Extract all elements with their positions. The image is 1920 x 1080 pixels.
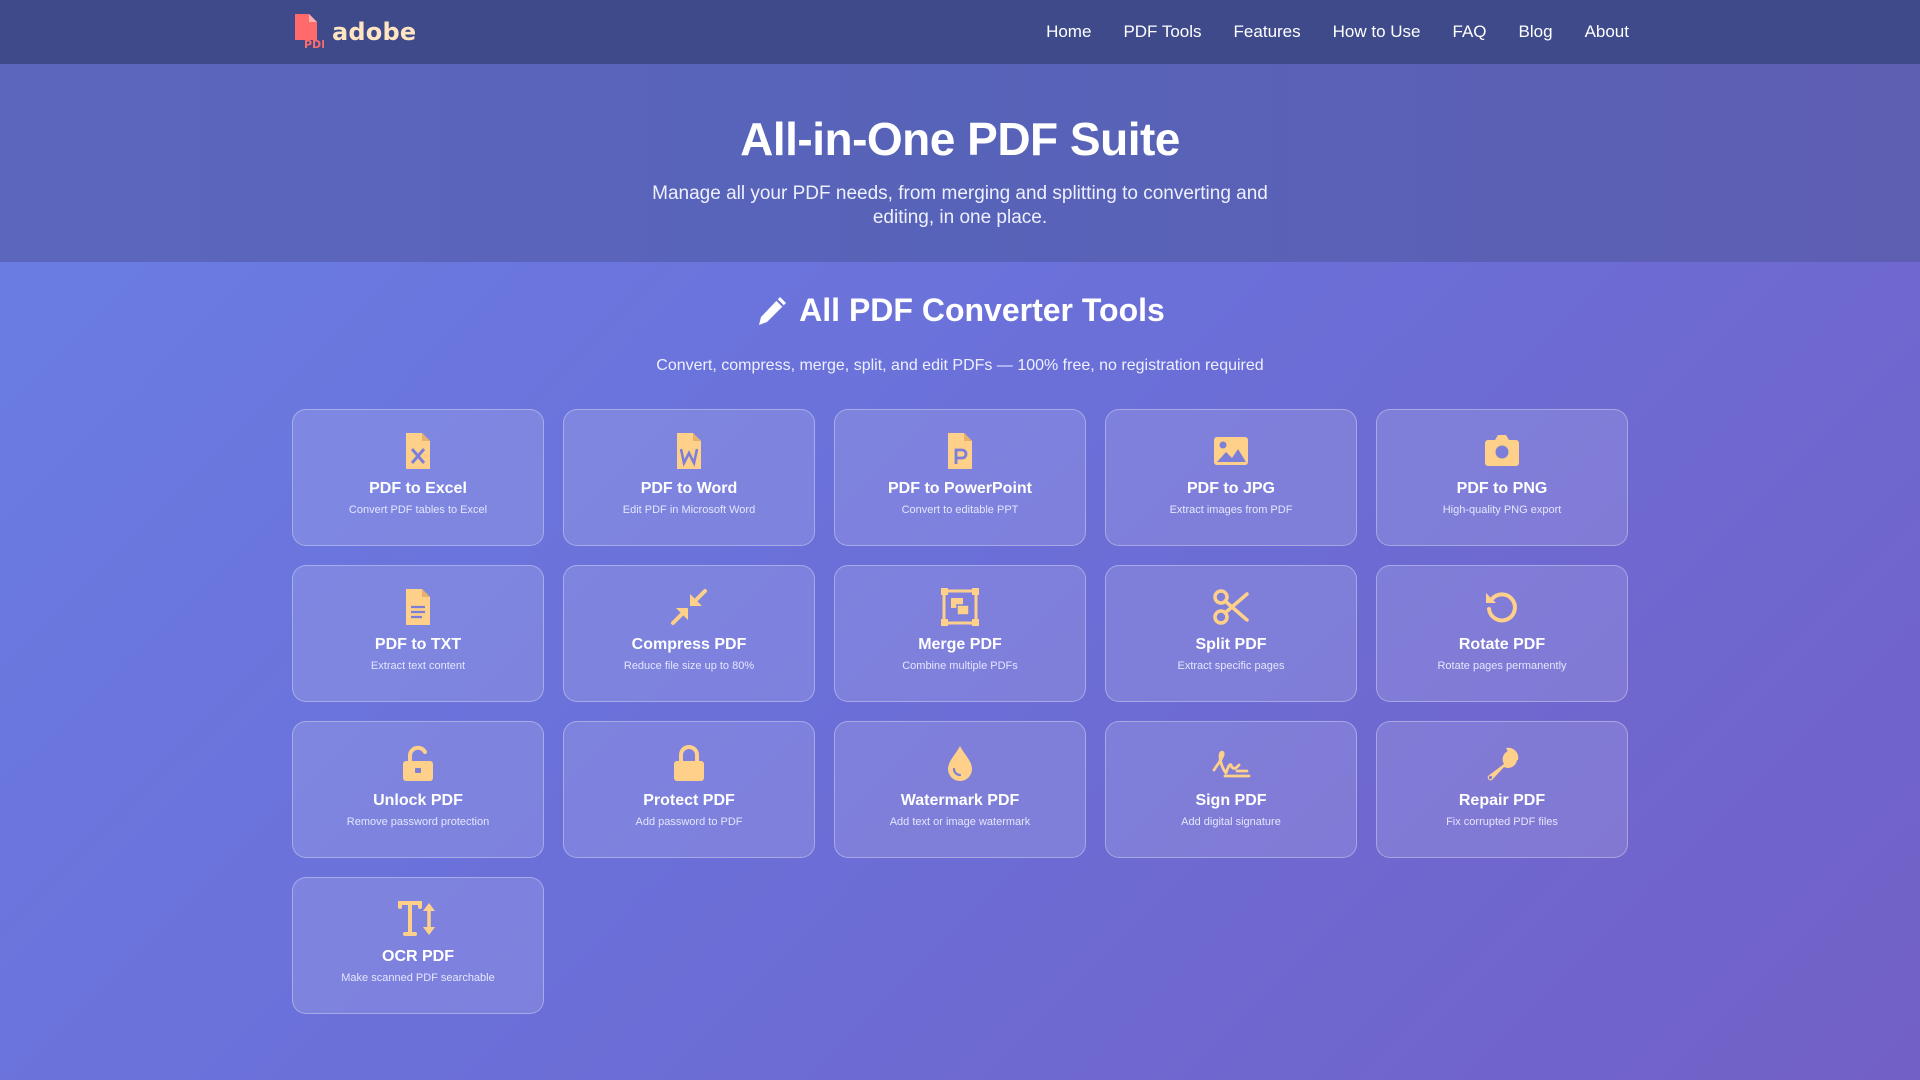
tool-card-compress-pdf[interactable]: Compress PDF Reduce file size up to 80% [563, 565, 815, 702]
tool-desc: Remove password protection [346, 816, 490, 828]
nav-link-features[interactable]: Features [1234, 22, 1301, 42]
rotate-icon [1486, 592, 1517, 623]
tool-title: PDF to PNG [1456, 480, 1548, 497]
hero-title: All-in-One PDF Suite [740, 113, 1180, 165]
nav-link-home[interactable]: Home [1046, 22, 1091, 42]
tool-desc: Combine multiple PDFs [902, 660, 1018, 672]
tool-card-repair-pdf[interactable]: Repair PDF Fix corrupted PDF files [1376, 721, 1628, 858]
tools-grid: PDF to Excel Convert PDF tables to Excel… [292, 409, 1628, 1014]
tool-desc: Extract text content [370, 660, 466, 672]
tool-card-merge-pdf[interactable]: Merge PDF Combine multiple PDFs [834, 565, 1086, 702]
nav-link-pdf-tools[interactable]: PDF Tools [1123, 22, 1201, 42]
tool-desc: Extract specific pages [1177, 660, 1285, 672]
wrench-icon [1487, 747, 1519, 781]
navbar: PDF adobe Home PDF Tools Features How to… [0, 0, 1920, 64]
tool-desc: Add digital signature [1181, 816, 1281, 828]
tool-title: Merge PDF [918, 636, 1002, 653]
tool-card-rotate-pdf[interactable]: Rotate PDF Rotate pages permanently [1376, 565, 1628, 702]
file-powerpoint-icon [948, 433, 972, 469]
tool-desc: Fix corrupted PDF files [1446, 816, 1558, 828]
tool-title: Rotate PDF [1458, 636, 1546, 653]
tool-card-sign-pdf[interactable]: Sign PDF Add digital signature [1105, 721, 1357, 858]
file-word-icon [677, 433, 701, 469]
tool-card-split-pdf[interactable]: Split PDF Extract specific pages [1105, 565, 1357, 702]
tool-desc: Make scanned PDF searchable [341, 972, 495, 984]
tool-title: PDF to PowerPoint [888, 480, 1032, 497]
tool-desc: Extract images from PDF [1169, 504, 1293, 516]
tool-title: PDF to JPG [1186, 480, 1275, 497]
droplet-icon [948, 746, 972, 781]
pdf-file-icon: PDF [295, 14, 324, 50]
tool-title: PDF to Excel [369, 480, 467, 497]
section-subtitle: Convert, compress, merge, split, and edi… [656, 357, 1264, 374]
tool-desc: Convert PDF tables to Excel [348, 504, 488, 516]
brand-name: adobe [332, 18, 417, 46]
hero-subtitle: Manage all your PDF needs, from merging … [652, 183, 1268, 228]
compress-icon [671, 589, 707, 625]
tool-desc: High-quality PNG export [1442, 504, 1562, 516]
tool-title: OCR PDF [382, 948, 454, 965]
tool-card-pdf-to-png[interactable]: PDF to PNG High-quality PNG export [1376, 409, 1628, 546]
tool-card-unlock-pdf[interactable]: Unlock PDF Remove password protection [292, 721, 544, 858]
tool-card-ocr-pdf[interactable]: OCR PDF Make scanned PDF searchable [292, 877, 544, 1014]
tool-card-pdf-to-powerpoint[interactable]: PDF to PowerPoint Convert to editable PP… [834, 409, 1086, 546]
nav-link-about[interactable]: About [1585, 22, 1629, 42]
tool-desc: Add text or image watermark [889, 816, 1031, 828]
tool-desc: Convert to editable PPT [901, 504, 1019, 516]
section-title-text: All PDF Converter Tools [799, 292, 1165, 328]
tool-card-pdf-to-jpg[interactable]: PDF to JPG Extract images from PDF [1105, 409, 1357, 546]
tool-title: Unlock PDF [373, 792, 463, 809]
tool-title: Repair PDF [1458, 792, 1546, 809]
camera-icon [1485, 435, 1519, 466]
tool-desc: Edit PDF in Microsoft Word [622, 504, 756, 516]
tool-card-pdf-to-txt[interactable]: PDF to TXT Extract text content [292, 565, 544, 702]
tool-title: Sign PDF [1195, 792, 1267, 809]
file-excel-icon [406, 433, 430, 469]
tool-card-pdf-to-word[interactable]: PDF to Word Edit PDF in Microsoft Word [563, 409, 815, 546]
unlock-icon [403, 745, 433, 781]
pencil-icon [759, 296, 787, 325]
tool-desc: Reduce file size up to 80% [623, 660, 755, 672]
tool-desc: Rotate pages permanently [1437, 660, 1567, 672]
tool-title: PDF to TXT [374, 636, 462, 653]
tool-card-pdf-to-excel[interactable]: PDF to Excel Convert PDF tables to Excel [292, 409, 544, 546]
tool-title: Split PDF [1195, 636, 1267, 653]
tool-title: Compress PDF [631, 636, 747, 653]
object-group-icon [941, 588, 979, 626]
hero-banner: All-in-One PDF Suite Manage all your PDF… [0, 64, 1920, 262]
lock-icon [674, 745, 704, 781]
text-height-icon [398, 901, 435, 936]
nav-link-blog[interactable]: Blog [1519, 22, 1553, 42]
section-title: All PDF Converter Tools [0, 292, 1920, 329]
nav-menu: Home PDF Tools Features How to Use FAQ B… [1046, 0, 1629, 64]
tool-card-watermark-pdf[interactable]: Watermark PDF Add text or image watermar… [834, 721, 1086, 858]
tool-title: Protect PDF [643, 792, 735, 809]
signature-icon [1212, 750, 1251, 778]
nav-link-how-to-use[interactable]: How to Use [1333, 22, 1421, 42]
tool-title: Watermark PDF [900, 792, 1020, 809]
image-icon [1214, 437, 1248, 465]
scissors-icon [1213, 589, 1249, 625]
tool-card-protect-pdf[interactable]: Protect PDF Add password to PDF [563, 721, 815, 858]
brand-logo[interactable]: PDF adobe [292, 14, 416, 50]
tool-title: PDF to Word [640, 480, 738, 497]
nav-link-faq[interactable]: FAQ [1453, 22, 1487, 42]
brand-badge: PDF [304, 38, 324, 50]
tool-desc: Add password to PDF [635, 816, 743, 828]
file-text-icon [406, 589, 430, 625]
